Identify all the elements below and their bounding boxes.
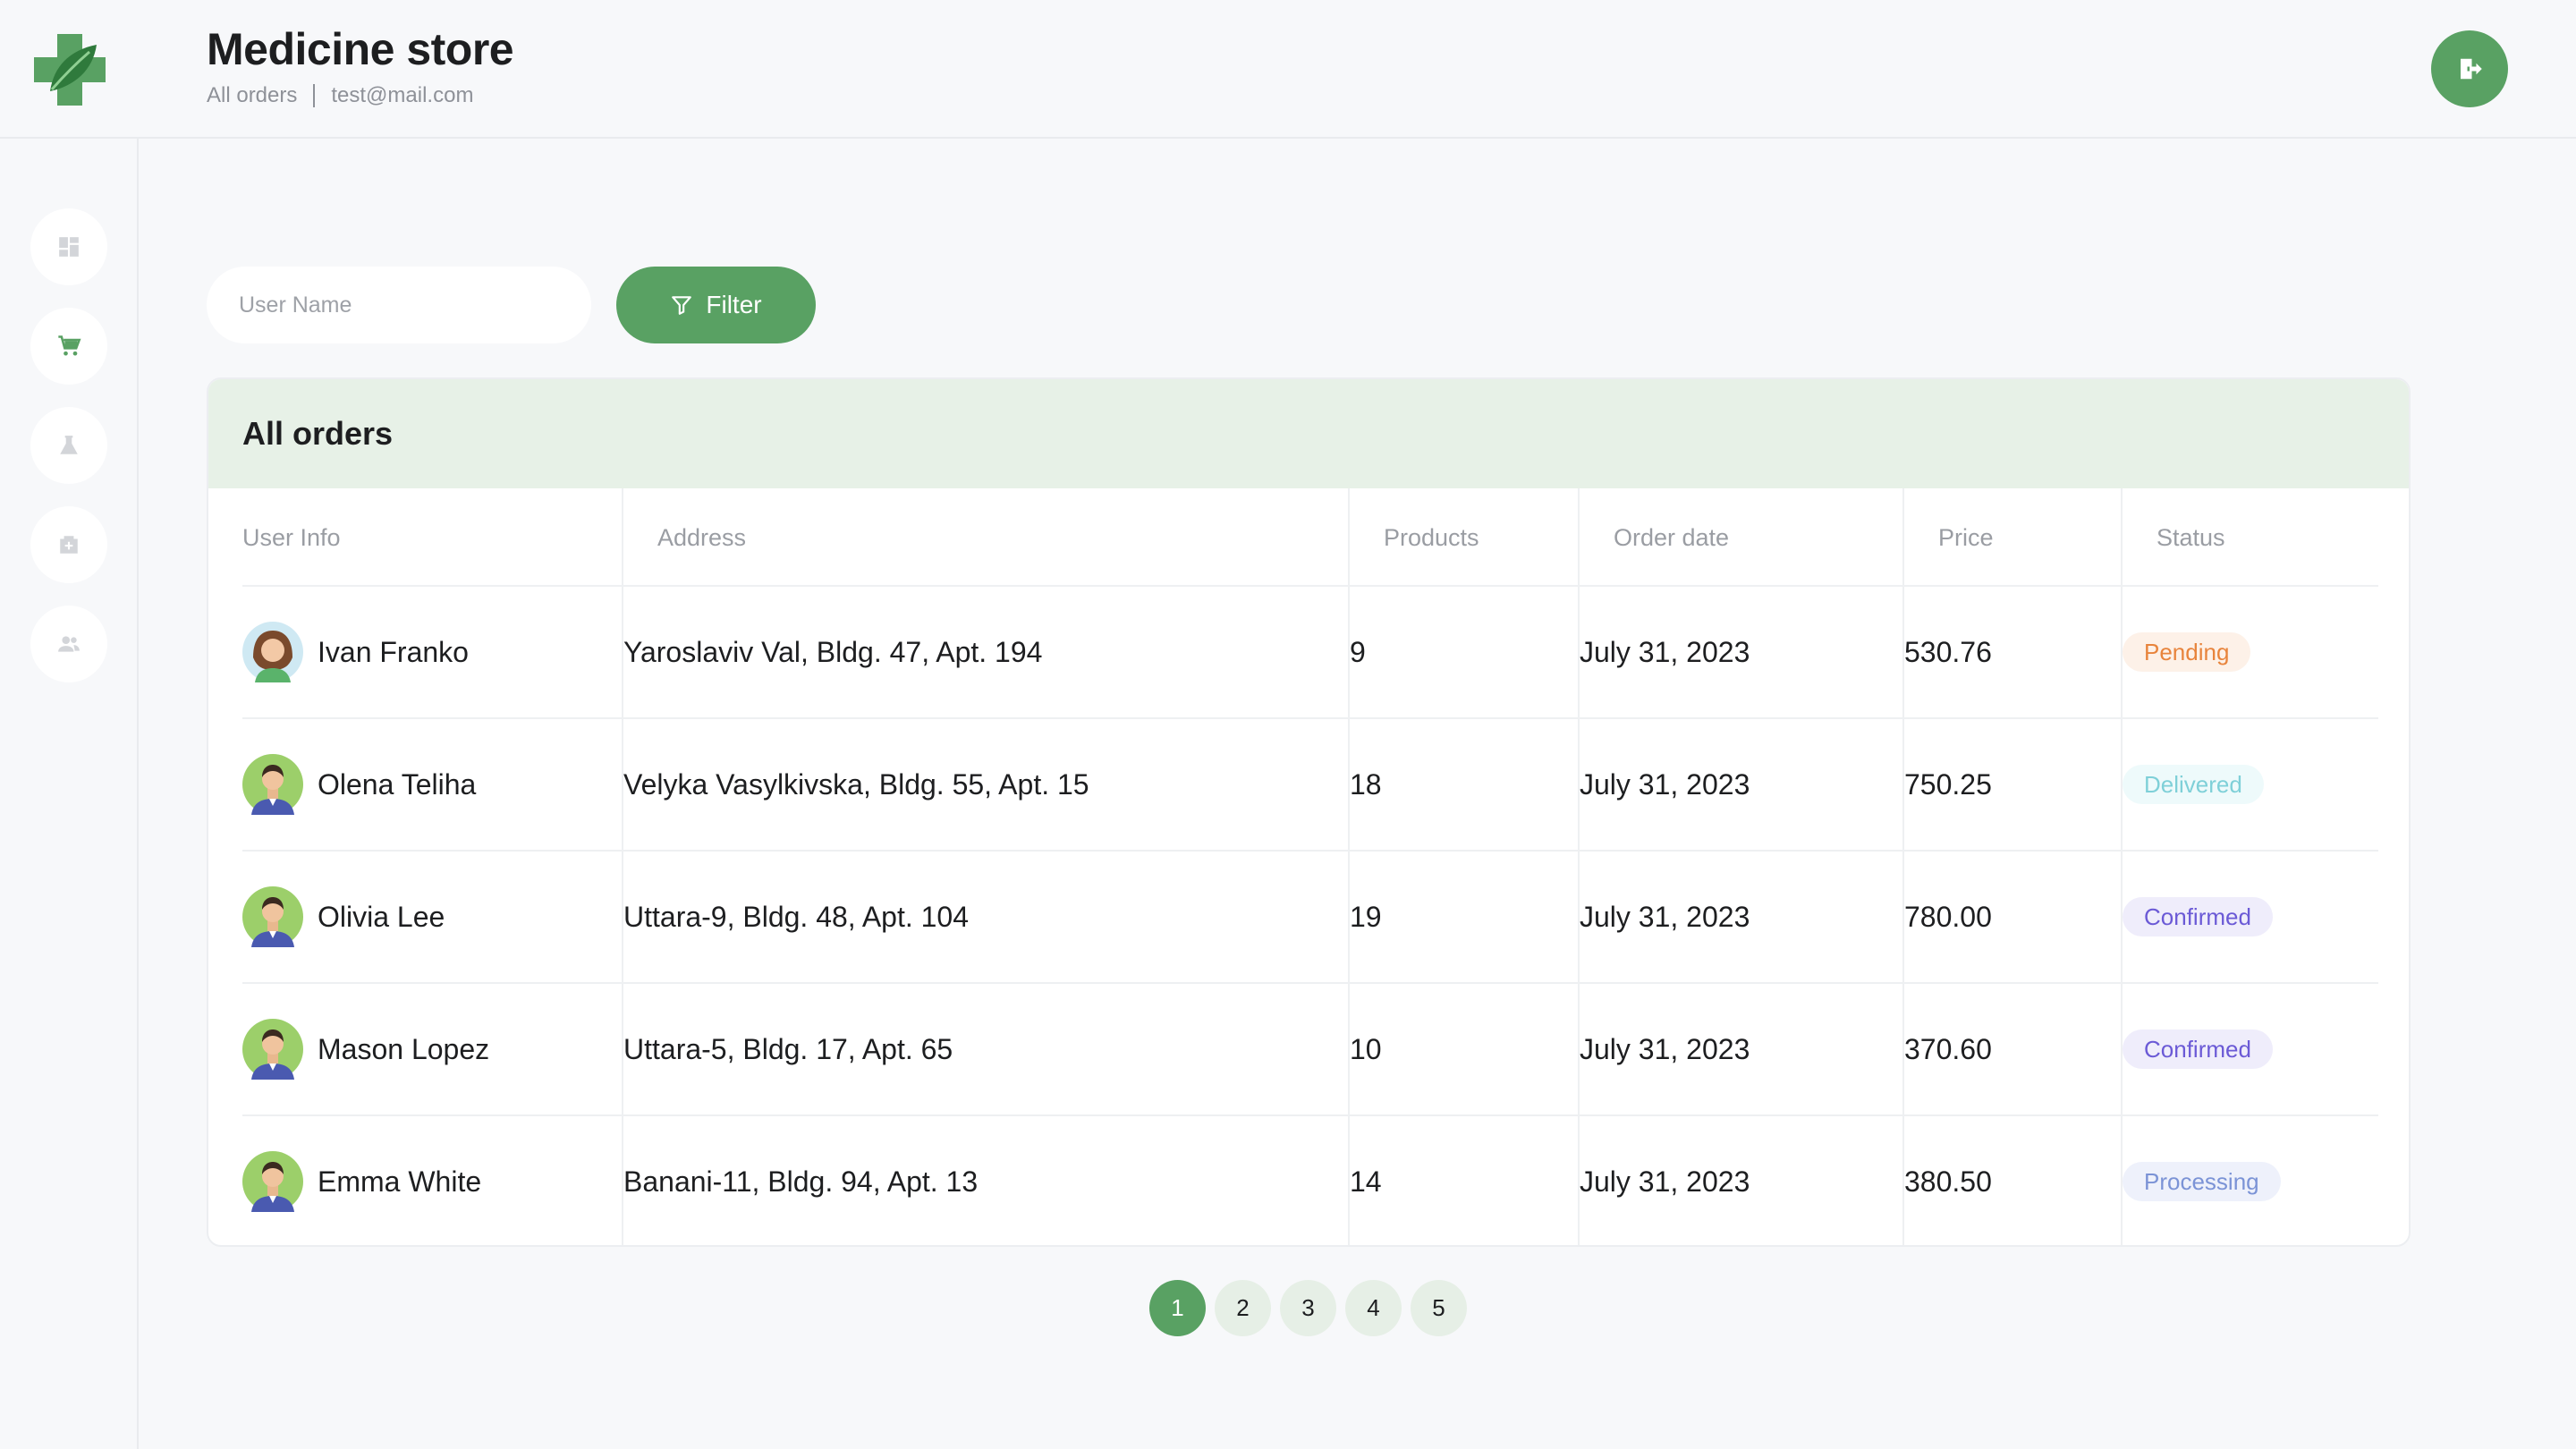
avatar [242, 886, 303, 947]
pagination: 12345 [1149, 1280, 1467, 1336]
status-cell: Pending [2123, 587, 2251, 717]
products-cell: 19 [1350, 900, 1382, 933]
price-cell: 380.50 [1904, 1165, 1992, 1198]
sidebar-item-pharmacy[interactable] [30, 506, 107, 583]
address-cell: Banani-11, Bldg. 94, Apt. 13 [623, 1165, 979, 1198]
user-info-cell: Mason Lopez [242, 984, 489, 1114]
column-header-address: Address [657, 523, 747, 551]
user-info-cell: Olena Teliha [242, 719, 476, 850]
status-cell: Confirmed [2123, 984, 2273, 1114]
user-info-cell: Olivia Lee [242, 852, 445, 982]
avatar [242, 1019, 303, 1080]
logout-button[interactable] [2431, 30, 2508, 107]
column-header-price: Price [1938, 523, 1994, 551]
user-name: Emma White [318, 1165, 482, 1198]
table-row[interactable]: Mason Lopez Uttara-5, Bldg. 17, Apt. 65 10… [242, 984, 2378, 1116]
user-name: Mason Lopez [318, 1032, 490, 1065]
status-cell: Delivered [2123, 719, 2264, 850]
orders-table-card: All orders User Info Address Products Or… [207, 377, 2411, 1247]
page-button-5[interactable]: 5 [1411, 1280, 1467, 1336]
page-button-1[interactable]: 1 [1149, 1280, 1206, 1336]
users-icon [58, 636, 80, 652]
breadcrumb-divider [313, 84, 316, 107]
user-name-input[interactable] [207, 267, 591, 343]
page-button-4[interactable]: 4 [1345, 1280, 1402, 1336]
sidebar-item-dashboard[interactable] [30, 208, 107, 285]
order-date-cell: July 31, 2023 [1580, 900, 1750, 933]
user-info-cell: Ivan Franko [242, 587, 469, 717]
order-date-cell: July 31, 2023 [1580, 635, 1750, 668]
address-cell: Uttara-5, Bldg. 17, Apt. 65 [623, 1032, 953, 1065]
top-header: Medicine store All orders test@mail.com [0, 0, 2576, 139]
order-date-cell: July 31, 2023 [1580, 1032, 1750, 1065]
breadcrumb-current: All orders [207, 83, 298, 107]
user-info-cell: Emma White [242, 1116, 482, 1245]
status-badge: Confirmed [2123, 897, 2273, 936]
status-badge: Delivered [2123, 765, 2264, 804]
products-cell: 10 [1350, 1032, 1382, 1065]
status-cell: Confirmed [2123, 852, 2273, 982]
dashboard-icon [59, 237, 79, 257]
address-cell: Yaroslaviv Val, Bldg. 47, Apt. 194 [623, 635, 1043, 668]
status-badge: Pending [2123, 632, 2251, 672]
filter-icon [672, 296, 692, 315]
price-cell: 750.25 [1904, 767, 1992, 801]
order-date-cell: July 31, 2023 [1580, 1165, 1750, 1198]
column-header-products: Products [1384, 523, 1479, 551]
status-cell: Processing [2123, 1116, 2281, 1245]
column-header-order-date: Order date [1614, 523, 1730, 551]
avatar [242, 1151, 303, 1212]
cart-icon [58, 335, 81, 356]
order-date-cell: July 31, 2023 [1580, 767, 1750, 801]
status-badge: Processing [2123, 1162, 2281, 1201]
products-cell: 9 [1350, 635, 1366, 668]
products-cell: 14 [1350, 1165, 1382, 1198]
table-row[interactable]: Emma White Banani-11, Bldg. 94, Apt. 13 14… [242, 1116, 2378, 1245]
page-title: Medicine store [207, 24, 514, 74]
column-header-status: Status [2157, 523, 2225, 551]
avatar [242, 754, 303, 815]
breadcrumb: All orders test@mail.com [207, 83, 473, 108]
price-cell: 530.76 [1904, 635, 1992, 668]
pharmacy-icon [60, 536, 78, 554]
table-row[interactable]: Ivan Franko Yaroslaviv Val, Bldg. 47, Apt… [242, 587, 2378, 719]
flask-icon [60, 436, 78, 454]
table-row[interactable]: Olena Teliha Velyka Vasylkivska, Bldg. 55… [242, 719, 2378, 852]
sidebar-item-orders[interactable] [30, 308, 107, 385]
sidebar-item-customers[interactable] [30, 606, 107, 682]
page-button-2[interactable]: 2 [1215, 1280, 1271, 1336]
table-header: User Info Address Products Order date Pr… [242, 488, 2378, 587]
address-cell: Velyka Vasylkivska, Bldg. 55, Apt. 15 [623, 767, 1089, 801]
logout-icon [2461, 58, 2482, 80]
filter-button[interactable]: Filter [616, 267, 816, 343]
page-button-3[interactable]: 3 [1280, 1280, 1336, 1336]
filter-button-label: Filter [706, 291, 762, 318]
user-name: Olivia Lee [318, 900, 445, 933]
products-cell: 18 [1350, 767, 1382, 801]
table-row[interactable]: Olivia Lee Uttara-9, Bldg. 48, Apt. 104 19… [242, 852, 2378, 984]
orders-table-title: All orders [208, 379, 2409, 488]
address-cell: Uttara-9, Bldg. 48, Apt. 104 [623, 900, 970, 933]
status-badge: Confirmed [2123, 1030, 2273, 1069]
logo-icon [34, 34, 106, 106]
price-cell: 780.00 [1904, 900, 1992, 933]
user-name: Olena Teliha [318, 767, 477, 801]
column-header-user-info: User Info [242, 523, 341, 551]
user-name: Ivan Franko [318, 635, 469, 668]
sidebar [0, 139, 139, 1449]
price-cell: 370.60 [1904, 1032, 1992, 1065]
sidebar-item-products[interactable] [30, 407, 107, 484]
avatar [242, 622, 303, 682]
user-email: test@mail.com [331, 83, 474, 107]
